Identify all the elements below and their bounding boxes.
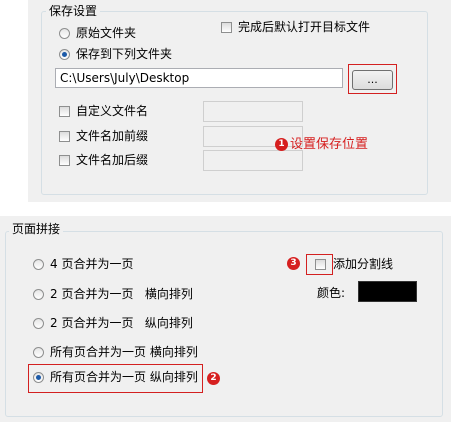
- merge-option-radio-2[interactable]: [33, 318, 44, 329]
- save-path-input[interactable]: C:\Users\July\Desktop: [55, 68, 343, 88]
- merge-option-label-4: 所有页合并为一页 纵向排列: [50, 370, 198, 384]
- merge-option-label-3: 所有页合并为一页 横向排列: [50, 345, 198, 359]
- divider-color-swatch[interactable]: [358, 281, 417, 302]
- custom-filename-checkbox[interactable]: [59, 106, 70, 117]
- prefix-checkbox[interactable]: [59, 131, 70, 142]
- merge-option-label-2: 2 页合并为一页 纵向排列: [50, 316, 193, 330]
- radio-selected-dot: [62, 52, 67, 57]
- divider-color-label: 颜色:: [317, 286, 346, 300]
- annotation-badge-2: 2: [207, 372, 220, 385]
- merge-option-radio-1[interactable]: [33, 289, 44, 300]
- suffix-input[interactable]: [203, 150, 303, 171]
- merge-option-label-1: 2 页合并为一页 横向排列: [50, 287, 193, 301]
- merge-option-radio-0[interactable]: [33, 259, 44, 270]
- radio-original-folder-label: 原始文件夹: [76, 26, 137, 40]
- radio-original-folder[interactable]: [59, 28, 70, 39]
- suffix-checkbox[interactable]: [59, 155, 70, 166]
- annotation-text-1: 设置保存位置: [290, 137, 369, 152]
- merge-option-label-0: 4 页合并为一页: [50, 257, 134, 271]
- radio-selected-dot: [36, 375, 41, 380]
- prefix-label: 文件名加前缀: [76, 129, 149, 143]
- custom-filename-label: 自定义文件名: [76, 104, 149, 118]
- page-merge-title: 页面拼接: [9, 222, 64, 236]
- radio-save-to-folder-label: 保存到下列文件夹: [76, 47, 173, 61]
- suffix-label: 文件名加后缀: [76, 153, 149, 167]
- annotation-badge-3: 3: [287, 257, 300, 270]
- open-target-checkbox[interactable]: [221, 22, 232, 33]
- prefix-input[interactable]: [203, 126, 303, 147]
- save-settings-panel: 保存设置 原始文件夹 保存到下列文件夹 完成后默认打开目标文件 C:\Users…: [28, 0, 451, 202]
- annotation-badge-1: 1: [275, 138, 288, 151]
- save-path-value: C:\Users\July\Desktop: [60, 71, 190, 85]
- custom-filename-input[interactable]: [203, 101, 303, 122]
- add-divider-label: 添加分割线: [333, 257, 394, 271]
- merge-option-radio-3[interactable]: [33, 347, 44, 358]
- browse-button[interactable]: ...: [352, 70, 393, 90]
- add-divider-checkbox[interactable]: [315, 259, 326, 270]
- open-target-checkbox-label: 完成后默认打开目标文件: [238, 20, 371, 34]
- page-merge-panel: 页面拼接 4 页合并为一页 2 页合并为一页 横向排列 2 页合并为一页 纵向排…: [0, 216, 451, 422]
- merge-option-radio-4[interactable]: [33, 372, 44, 383]
- save-settings-title: 保存设置: [46, 4, 101, 18]
- radio-save-to-folder[interactable]: [59, 49, 70, 60]
